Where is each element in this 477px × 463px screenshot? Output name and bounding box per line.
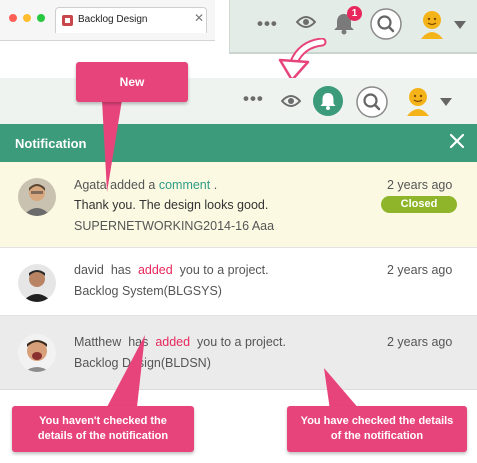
callout-checked: You have checked the details of the noti… xyxy=(287,406,467,452)
chevron-down-icon[interactable] xyxy=(454,21,466,29)
comment-link[interactable]: comment xyxy=(159,178,210,192)
close-icon[interactable] xyxy=(448,132,466,155)
bell-active-icon[interactable] xyxy=(313,86,343,116)
callout-pointer-unchecked xyxy=(107,335,145,407)
callout-pointer-new xyxy=(102,100,122,192)
browser-tab-title: Backlog Design xyxy=(78,14,148,25)
action-suffix: you to a project. xyxy=(179,263,269,277)
minimize-window-dot[interactable] xyxy=(23,14,31,22)
callout-new: New xyxy=(76,62,188,102)
action-pre: has xyxy=(110,263,131,277)
avatar xyxy=(18,264,56,302)
notification-count-badge: 1 xyxy=(347,6,362,21)
notification-message: Thank you. The design looks good. xyxy=(74,198,269,212)
more-icon[interactable]: ••• xyxy=(257,14,278,34)
action-suffix: you to a project. xyxy=(197,335,286,349)
close-window-dot[interactable] xyxy=(9,14,17,22)
notification-item-unread[interactable]: david has added you to a project. Backlo… xyxy=(0,248,477,316)
status-badge: Closed xyxy=(381,196,457,213)
browser-tab[interactable]: Backlog Design ✕ xyxy=(55,7,207,33)
user-name: david xyxy=(74,263,104,277)
eye-icon[interactable] xyxy=(281,94,301,108)
callout-unchecked: You haven't checked the details of the n… xyxy=(12,406,194,452)
project-reference[interactable]: Backlog System(BLGSYS) xyxy=(74,284,222,298)
issue-reference[interactable]: SUPERNETWORKING2014-16 Aaa xyxy=(74,219,274,233)
notification-item-read[interactable]: Matthew has added you to a project. Back… xyxy=(0,316,477,390)
user-avatar-icon[interactable] xyxy=(404,86,432,116)
search-icon[interactable] xyxy=(356,86,388,118)
timestamp: 2 years ago xyxy=(387,178,453,192)
action-suffix: . xyxy=(213,178,218,192)
panel-title: Notification xyxy=(15,136,87,151)
more-icon[interactable]: ••• xyxy=(243,89,264,109)
chevron-down-icon[interactable] xyxy=(440,98,452,106)
timestamp: 2 years ago xyxy=(387,335,453,349)
notification-panel-header: Notification xyxy=(0,124,477,162)
maximize-window-dot[interactable] xyxy=(37,14,45,22)
search-icon[interactable] xyxy=(370,8,402,40)
action-added: added xyxy=(155,335,191,349)
eye-icon[interactable] xyxy=(296,15,316,29)
notification-item-new[interactable]: Agata added a comment . Thank you. The d… xyxy=(0,162,477,248)
user-avatar-icon[interactable] xyxy=(418,9,446,39)
backlog-favicon-icon xyxy=(62,15,73,26)
timestamp: 2 years ago xyxy=(387,263,453,277)
avatar xyxy=(18,334,56,372)
browser-tab-bar: Backlog Design ✕ xyxy=(0,0,215,41)
avatar xyxy=(18,178,56,216)
tab-close-icon[interactable]: ✕ xyxy=(194,11,204,25)
notification-summary: david has added you to a project. xyxy=(74,263,269,277)
action-added: added xyxy=(137,263,173,277)
